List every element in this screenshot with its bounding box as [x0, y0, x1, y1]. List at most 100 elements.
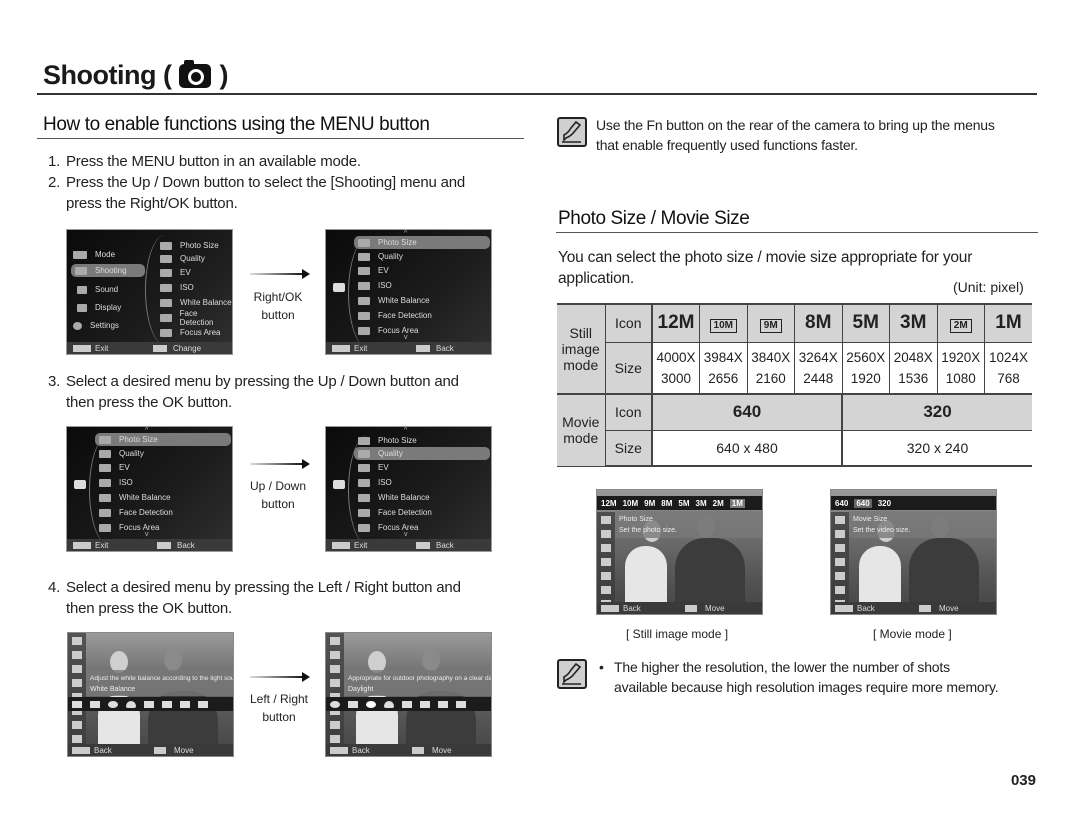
menu-key-icon	[73, 344, 91, 352]
screen-footer: Exit Back	[326, 342, 491, 354]
iso-icon	[358, 281, 370, 290]
movie-size-options: 640 640 320	[831, 496, 996, 510]
size-icon-2m: 2M	[936, 303, 985, 343]
caption-still-mode: [ Still image mode ]	[626, 627, 729, 641]
photo-size-options: 12M 10M 9M 8M 5M 3M 2M 1M	[597, 496, 762, 510]
speaker-icon	[77, 285, 87, 294]
gear-icon	[73, 321, 82, 330]
quality-icon	[160, 254, 172, 263]
size-cell: 3984X 2656	[699, 341, 748, 395]
ev-icon	[99, 463, 111, 472]
page-title: Shooting ( )	[43, 59, 228, 91]
menu-category-shooting: Shooting	[71, 264, 145, 277]
movie-size-640: 640 x 480	[651, 429, 843, 467]
icon-header: Icon	[604, 303, 653, 343]
section-divider	[37, 138, 524, 139]
photo-subject	[859, 546, 901, 606]
side-icons	[831, 512, 849, 608]
menu-item-quality: Quality	[358, 250, 403, 263]
size-icon-5m: 5M	[841, 303, 890, 343]
menu-category-settings: Settings	[73, 319, 119, 332]
down-caret-icon: v	[404, 334, 408, 341]
white-balance-icon	[358, 296, 370, 305]
size-cell: 4000X 3000	[651, 341, 700, 395]
menu-item-ev: EV	[160, 266, 191, 279]
side-icons	[326, 633, 344, 744]
menu-category-display: Display	[77, 301, 121, 314]
size-header: Size	[604, 341, 653, 395]
size-cell: 3840X 2160	[746, 341, 795, 395]
left-key-icon	[157, 541, 171, 549]
menu-item-focus-area: Focus Area	[99, 521, 159, 534]
dpad-icon	[685, 604, 697, 612]
photo-size-icon	[358, 436, 370, 445]
size-cell: 1024X 768	[984, 341, 1032, 395]
screen-footer: Back Move	[597, 602, 762, 614]
menu-item-face-detection: Face Detection	[99, 506, 173, 519]
menu-item-quality: Quality	[160, 252, 205, 265]
photo-subject	[909, 538, 979, 608]
size-cell: 3264X 2448	[794, 341, 843, 395]
camera-screen-main-menu: Mode Shooting Sound Display Settings Pho…	[66, 229, 233, 355]
menu-item-focus-area: Focus Area	[160, 326, 220, 339]
face-detection-icon	[358, 311, 370, 320]
menu-category-mode: Mode	[73, 248, 115, 261]
info-panel: Adjust the white balance according to th…	[86, 670, 233, 696]
menu-item-iso: ISO	[160, 281, 194, 294]
focus-area-icon	[358, 326, 370, 335]
up-caret-icon: ^	[404, 427, 408, 434]
menu-item-iso: ISO	[99, 476, 133, 489]
camera-icon	[333, 480, 345, 489]
menu-item-photo-size: Photo Size	[95, 433, 231, 446]
menu-key-icon	[73, 541, 91, 549]
white-balance-options	[68, 697, 233, 711]
tip-text: Use the Fn button on the rear of the cam…	[596, 117, 995, 153]
menu-category-sound: Sound	[77, 283, 118, 296]
menu-item-ev: EV	[358, 461, 389, 474]
dpad-icon	[919, 604, 931, 612]
face-detection-icon	[160, 313, 172, 322]
menu-item-quality: Quality	[99, 447, 144, 460]
page-title-text: Shooting (	[43, 60, 172, 90]
photo-size-icon	[99, 435, 111, 444]
size-icon-10m: 10M	[699, 303, 748, 343]
caption-movie-mode: [ Movie mode ]	[873, 627, 952, 641]
mode-icon	[73, 250, 87, 259]
page-title-close: )	[219, 60, 228, 90]
focus-area-icon	[358, 523, 370, 532]
size-icon-9m: 9M	[746, 303, 795, 343]
down-caret-icon: v	[145, 531, 149, 538]
side-icons	[68, 633, 86, 744]
iso-icon	[99, 478, 111, 487]
menu-item-iso: ISO	[358, 279, 392, 292]
camera-icon	[74, 480, 86, 489]
quality-icon	[358, 252, 370, 261]
menu-key-icon	[835, 604, 853, 612]
white-balance-icon	[99, 493, 111, 502]
white-balance-options	[326, 697, 491, 711]
menu-item-photo-size: Photo Size	[160, 239, 219, 252]
quality-icon	[99, 449, 111, 458]
menu-key-icon	[601, 604, 619, 612]
resolution-note: • The higher the resolution, the lower th…	[599, 659, 999, 695]
menu-item-ev: EV	[99, 461, 130, 474]
page-number: 039	[1010, 772, 1036, 789]
dpad-icon	[412, 746, 424, 754]
arrow-right-icon	[250, 459, 310, 469]
camera-icon	[333, 283, 345, 292]
side-icons	[597, 512, 615, 608]
camera-screen-still-photo-size: 12M 10M 9M 8M 5M 3M 2M 1M Photo Size Set…	[596, 489, 763, 615]
ev-icon	[358, 266, 370, 275]
photo-size-icon	[160, 241, 172, 250]
menu-item-white-balance: White Balance	[99, 491, 171, 504]
camera-screen-daylight: Appropriate for outdoor photography on a…	[325, 632, 492, 757]
size-cell: 2560X 1920	[841, 341, 890, 395]
photo-subject	[675, 538, 745, 608]
size-icon-8m: 8M	[794, 303, 843, 343]
arrow-label-up-down: Up / Down button	[249, 479, 307, 511]
movie-mode-label: Movie mode	[557, 393, 606, 467]
arrow-right-icon	[250, 672, 310, 682]
right-key-icon	[153, 344, 167, 352]
menu-item-white-balance: White Balance	[160, 296, 232, 309]
camera-icon	[179, 59, 212, 88]
